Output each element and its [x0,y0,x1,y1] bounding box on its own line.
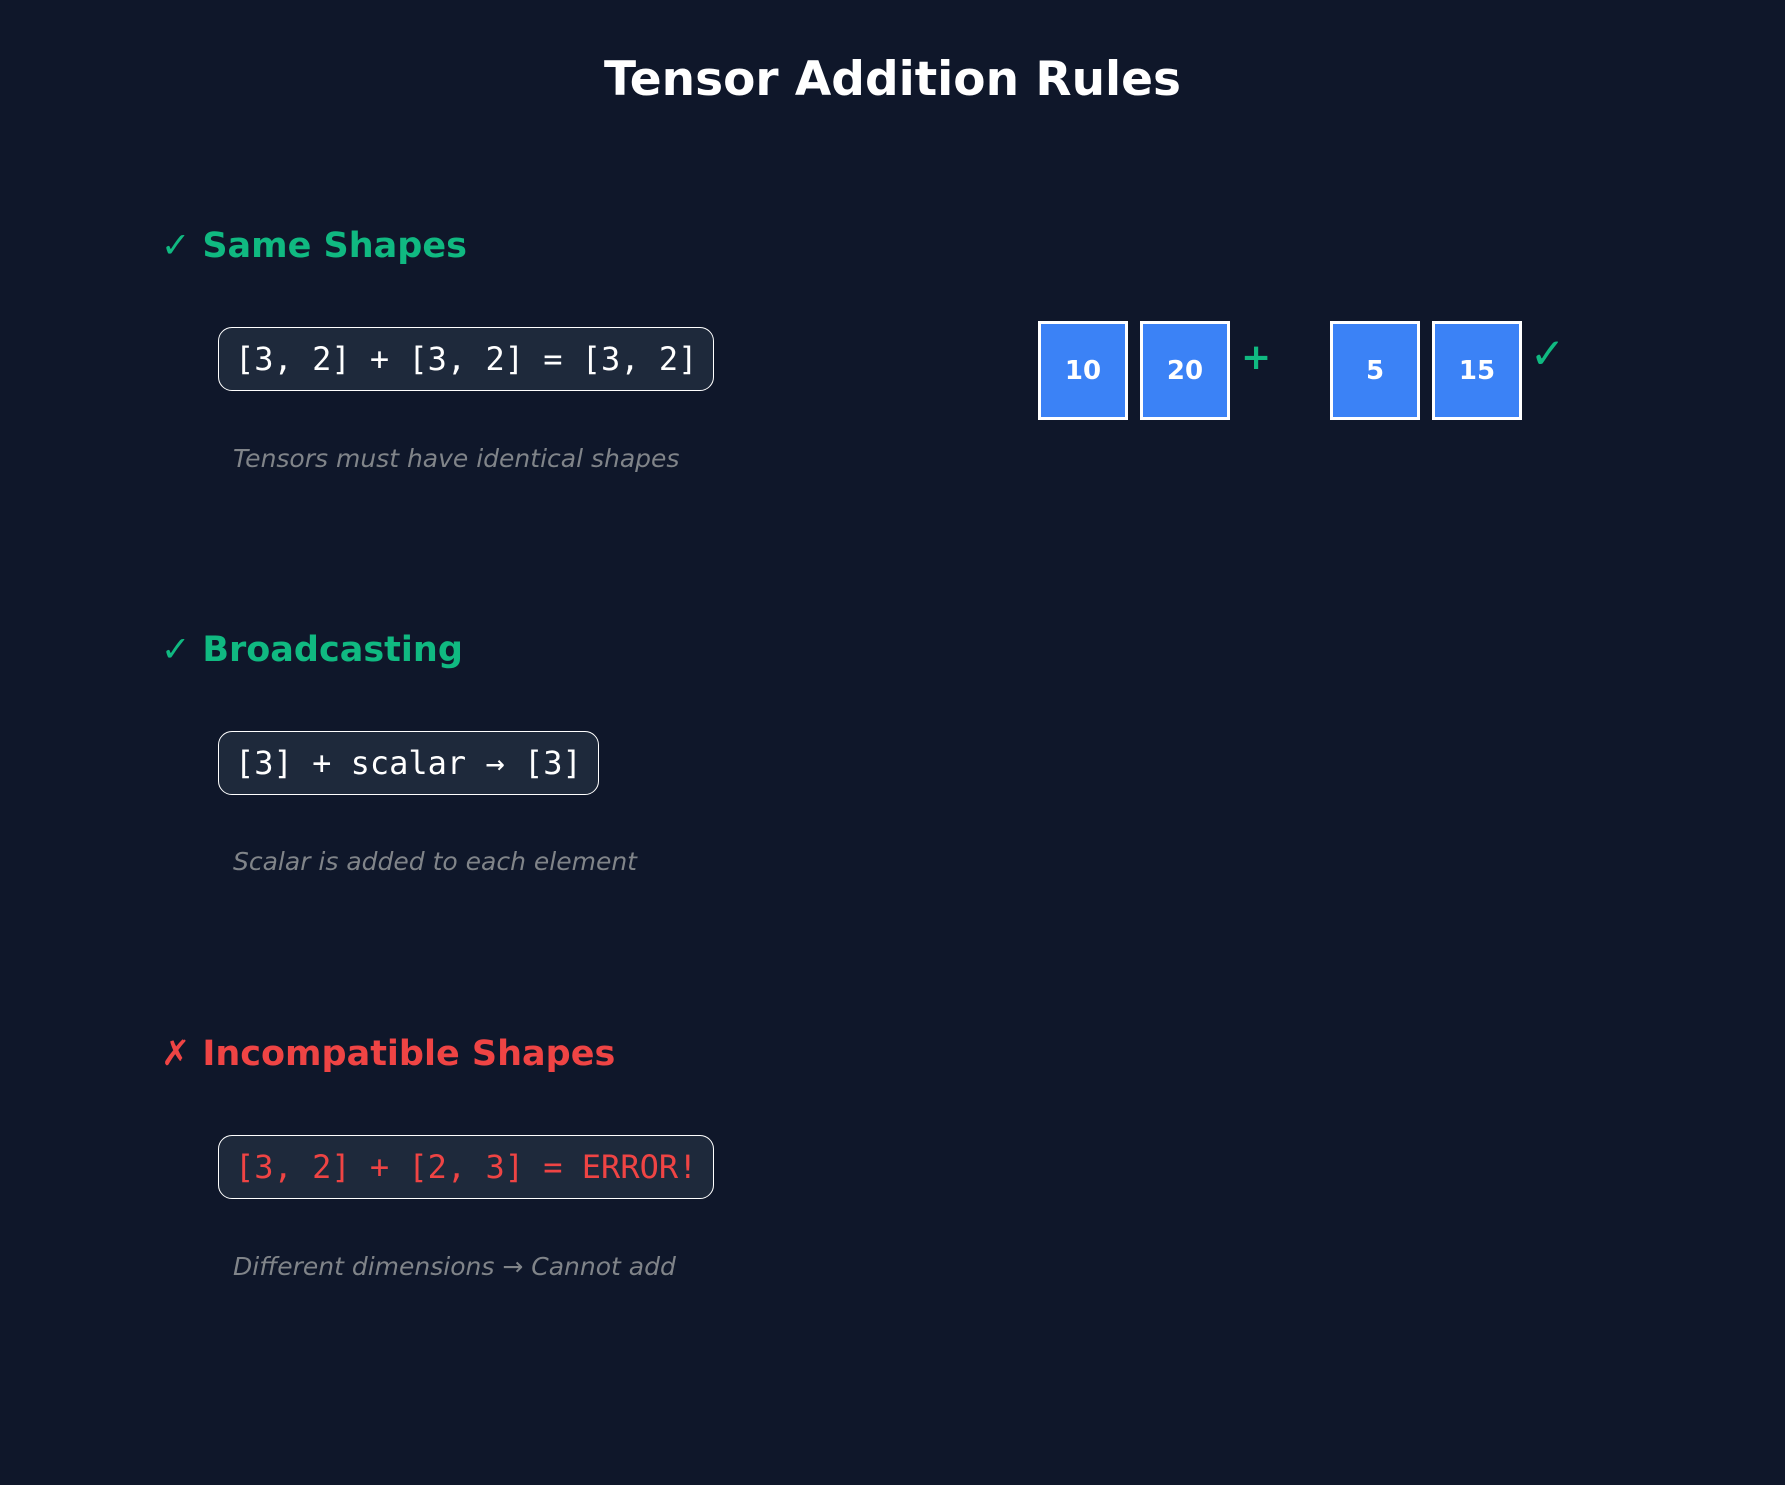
check-icon: ✓ [161,630,191,670]
plus-icon: + [1241,337,1272,378]
note-broadcasting: Scalar is added to each element [233,847,637,876]
page-title: Tensor Addition Rules [603,52,1182,107]
rule-heading-incompatible-shapes: ✗ Incompatible Shapes [161,1032,615,1076]
tensor-b-cell: 5 [1330,321,1420,420]
rule-title: Broadcasting [202,630,463,670]
rule-heading-same-shapes: ✓ Same Shapes [161,224,467,268]
note-same-shapes: Tensors must have identical shapes [233,444,680,473]
rule-title: Incompatible Shapes [202,1034,616,1074]
cross-icon: ✗ [161,1034,191,1074]
note-incompatible-shapes: Different dimensions → Cannot add [233,1252,676,1281]
tensor-a-cell: 10 [1038,321,1128,420]
code-text: [3, 2] + [2, 3] = ERROR! [235,1148,698,1186]
code-box-incompatible-shapes: [3, 2] + [2, 3] = ERROR! [218,1135,715,1199]
code-box-broadcasting: [3] + scalar → [3] [218,731,599,795]
code-text: [3, 2] + [3, 2] = [3, 2] [235,340,698,378]
tensor-a-cell: 20 [1140,321,1230,420]
code-box-same-shapes: [3, 2] + [3, 2] = [3, 2] [218,327,715,391]
rule-heading-broadcasting: ✓ Broadcasting [161,628,463,672]
check-icon: ✓ [1530,329,1566,378]
code-text: [3] + scalar → [3] [235,744,582,782]
tensor-b-cell: 15 [1432,321,1522,420]
check-icon: ✓ [161,226,191,266]
rule-title: Same Shapes [202,226,467,266]
